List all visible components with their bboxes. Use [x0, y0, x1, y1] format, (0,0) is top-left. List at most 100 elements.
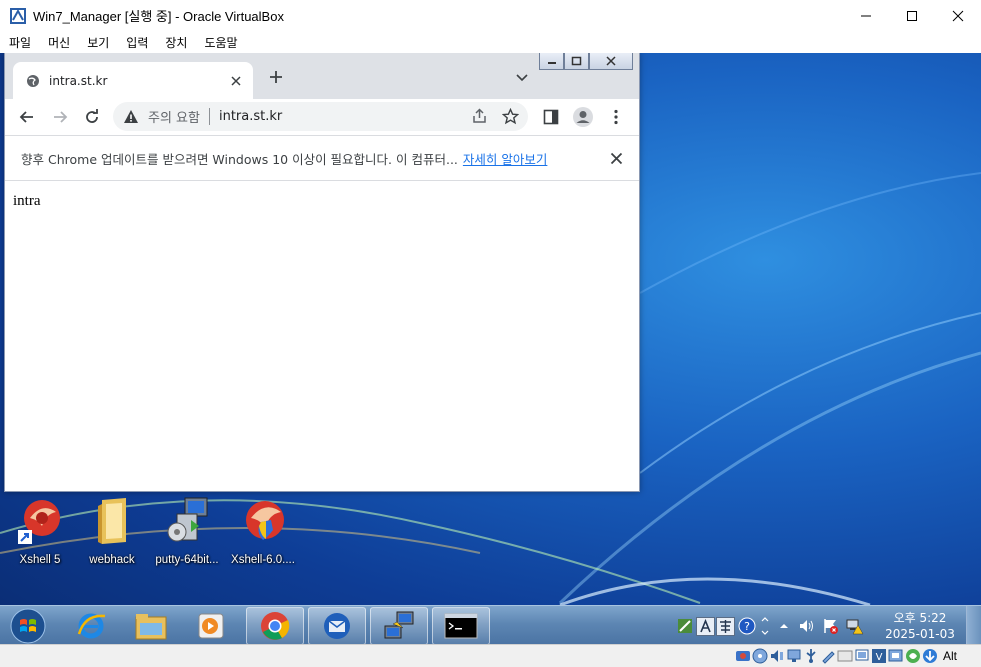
xshell-icon	[18, 500, 60, 544]
network-adapter-icon[interactable]	[786, 648, 802, 664]
chrome-icon	[261, 612, 290, 640]
chrome-window: intra.st.kr 주의 요함 intra.st.kr 향후 Chrome …	[4, 53, 640, 492]
vbox-status-bar: V Alt	[0, 644, 981, 667]
usb-icon[interactable]	[803, 648, 819, 664]
system-tray: ?	[676, 612, 864, 640]
close-icon[interactable]	[610, 152, 623, 165]
minimize-icon	[547, 62, 556, 64]
virtualization-icon[interactable]: V	[871, 648, 887, 664]
chevron-down-icon[interactable]	[515, 70, 529, 84]
side-panel-icon[interactable]	[542, 108, 560, 126]
security-label[interactable]: 주의 요함	[148, 107, 200, 126]
win7-taskbar: ? 오후 5:22 2025-01-03	[0, 605, 981, 644]
warning-icon	[124, 109, 138, 123]
taskbar-cmd[interactable]	[432, 607, 490, 644]
shared-folders-icon[interactable]	[820, 648, 836, 664]
ime-options-icon[interactable]	[760, 617, 770, 635]
window-title: Win7_Manager [실행 중] - Oracle VirtualBox	[33, 9, 284, 24]
forward-arrow-icon[interactable]	[51, 108, 69, 126]
guest-minimize-button[interactable]	[539, 53, 564, 70]
putty-installer-icon	[167, 497, 208, 542]
new-tab-icon[interactable]	[267, 68, 285, 86]
display-icon[interactable]	[837, 648, 853, 664]
menu-view[interactable]: 보기	[87, 34, 109, 51]
action-center-flag-icon[interactable]	[822, 617, 840, 635]
minimize-button[interactable]	[843, 0, 889, 31]
clock-date: 2025-01-03	[885, 627, 955, 641]
globe-icon	[27, 74, 39, 87]
minimize-icon	[861, 15, 871, 16]
start-orb-icon[interactable]	[8, 606, 48, 644]
reload-icon[interactable]	[83, 108, 101, 126]
keyboard-capture-icon[interactable]	[922, 648, 938, 664]
vbox-title-bar: Win7_Manager [실행 중] - Oracle VirtualBox	[0, 0, 981, 31]
desktop-icon-xshell-setup[interactable]: Xshell-6.0....	[223, 496, 303, 566]
taskbar-ie[interactable]	[62, 607, 120, 644]
taskbar-media-player[interactable]	[182, 607, 240, 644]
windows-explorer-icon	[135, 614, 167, 640]
profile-avatar-icon[interactable]	[572, 106, 594, 128]
clock-time: 오후 5:22	[893, 611, 947, 625]
chevron-up-icon[interactable]	[778, 620, 790, 632]
taskbar-thunderbird[interactable]	[308, 607, 366, 644]
svg-text:V: V	[876, 652, 883, 663]
show-desktop-button[interactable]	[966, 606, 981, 644]
optical-drive-icon[interactable]	[752, 648, 768, 664]
taskbar-clock[interactable]: 오후 5:22 2025-01-03	[876, 610, 964, 642]
infobar-message: 향후 Chrome 업데이트를 받으려면 Windows 10 이상이 필요합니…	[21, 151, 458, 167]
host-key-label: Alt	[943, 649, 958, 663]
desktop-icon-putty-installer[interactable]: putty-64bit...	[147, 496, 227, 566]
close-icon	[952, 10, 964, 21]
ime-hanja-icon[interactable]	[716, 616, 735, 636]
update-infobar: 향후 Chrome 업데이트를 받으려면 Windows 10 이상이 필요합니…	[5, 135, 639, 181]
virtualbox-icon	[10, 7, 26, 24]
bookmark-star-icon[interactable]	[502, 108, 519, 125]
desktop-icon-webhack[interactable]: webhack	[72, 496, 152, 566]
kebab-menu-icon[interactable]	[607, 108, 625, 126]
close-button[interactable]	[935, 0, 981, 31]
desktop-icon-xshell5[interactable]: Xshell 5	[0, 496, 80, 566]
tab-close-icon[interactable]	[229, 74, 243, 88]
taskbar-chrome[interactable]	[246, 607, 304, 644]
guest-additions-icon[interactable]	[888, 648, 904, 664]
hard-disk-icon[interactable]	[735, 648, 751, 664]
recording-icon[interactable]	[854, 648, 870, 664]
restore-icon	[571, 56, 581, 66]
icon-label: putty-64bit...	[155, 554, 219, 566]
maximize-button[interactable]	[889, 0, 935, 31]
learn-more-link[interactable]: 자세히 알아보기	[463, 149, 547, 168]
page-text: intra	[13, 193, 41, 209]
media-player-icon	[198, 613, 224, 639]
menu-file[interactable]: 파일	[9, 34, 31, 51]
browser-toolbar: 주의 요함 intra.st.kr	[5, 99, 639, 135]
url-text[interactable]: intra.st.kr	[219, 109, 282, 124]
page-content: intra	[5, 181, 639, 219]
folder-icon	[98, 498, 126, 544]
menu-input[interactable]: 입력	[126, 34, 148, 51]
guest-desktop: intra.st.kr 주의 요함 intra.st.kr 향후 Chrome …	[0, 53, 981, 644]
tab-strip: intra.st.kr	[5, 53, 639, 99]
taskbar-putty[interactable]	[370, 607, 428, 644]
putty-icon	[384, 611, 414, 639]
menu-devices[interactable]: 장치	[165, 34, 187, 51]
omnibox-divider	[208, 108, 210, 125]
address-bar[interactable]: 주의 요함 intra.st.kr	[113, 102, 528, 131]
ime-alpha-icon[interactable]	[696, 616, 715, 636]
back-arrow-icon[interactable]	[18, 108, 36, 126]
menu-machine[interactable]: 머신	[48, 34, 70, 51]
volume-icon[interactable]	[798, 617, 816, 635]
close-icon	[606, 56, 616, 66]
audio-icon[interactable]	[769, 648, 785, 664]
menu-help[interactable]: 도움말	[204, 34, 237, 51]
share-icon[interactable]	[471, 108, 488, 125]
taskbar-explorer[interactable]	[122, 607, 180, 644]
guest-restore-button[interactable]	[564, 53, 589, 70]
mouse-integration-icon[interactable]	[905, 648, 921, 664]
help-icon[interactable]: ?	[738, 617, 756, 635]
thunderbird-icon	[324, 613, 350, 639]
vbox-menubar: 파일 머신 보기 입력 장치 도움말	[0, 31, 981, 53]
browser-tab[interactable]: intra.st.kr	[13, 62, 253, 99]
network-warning-icon[interactable]	[846, 617, 864, 635]
guest-close-button[interactable]	[589, 53, 633, 70]
language-bar-icon[interactable]	[676, 617, 694, 635]
